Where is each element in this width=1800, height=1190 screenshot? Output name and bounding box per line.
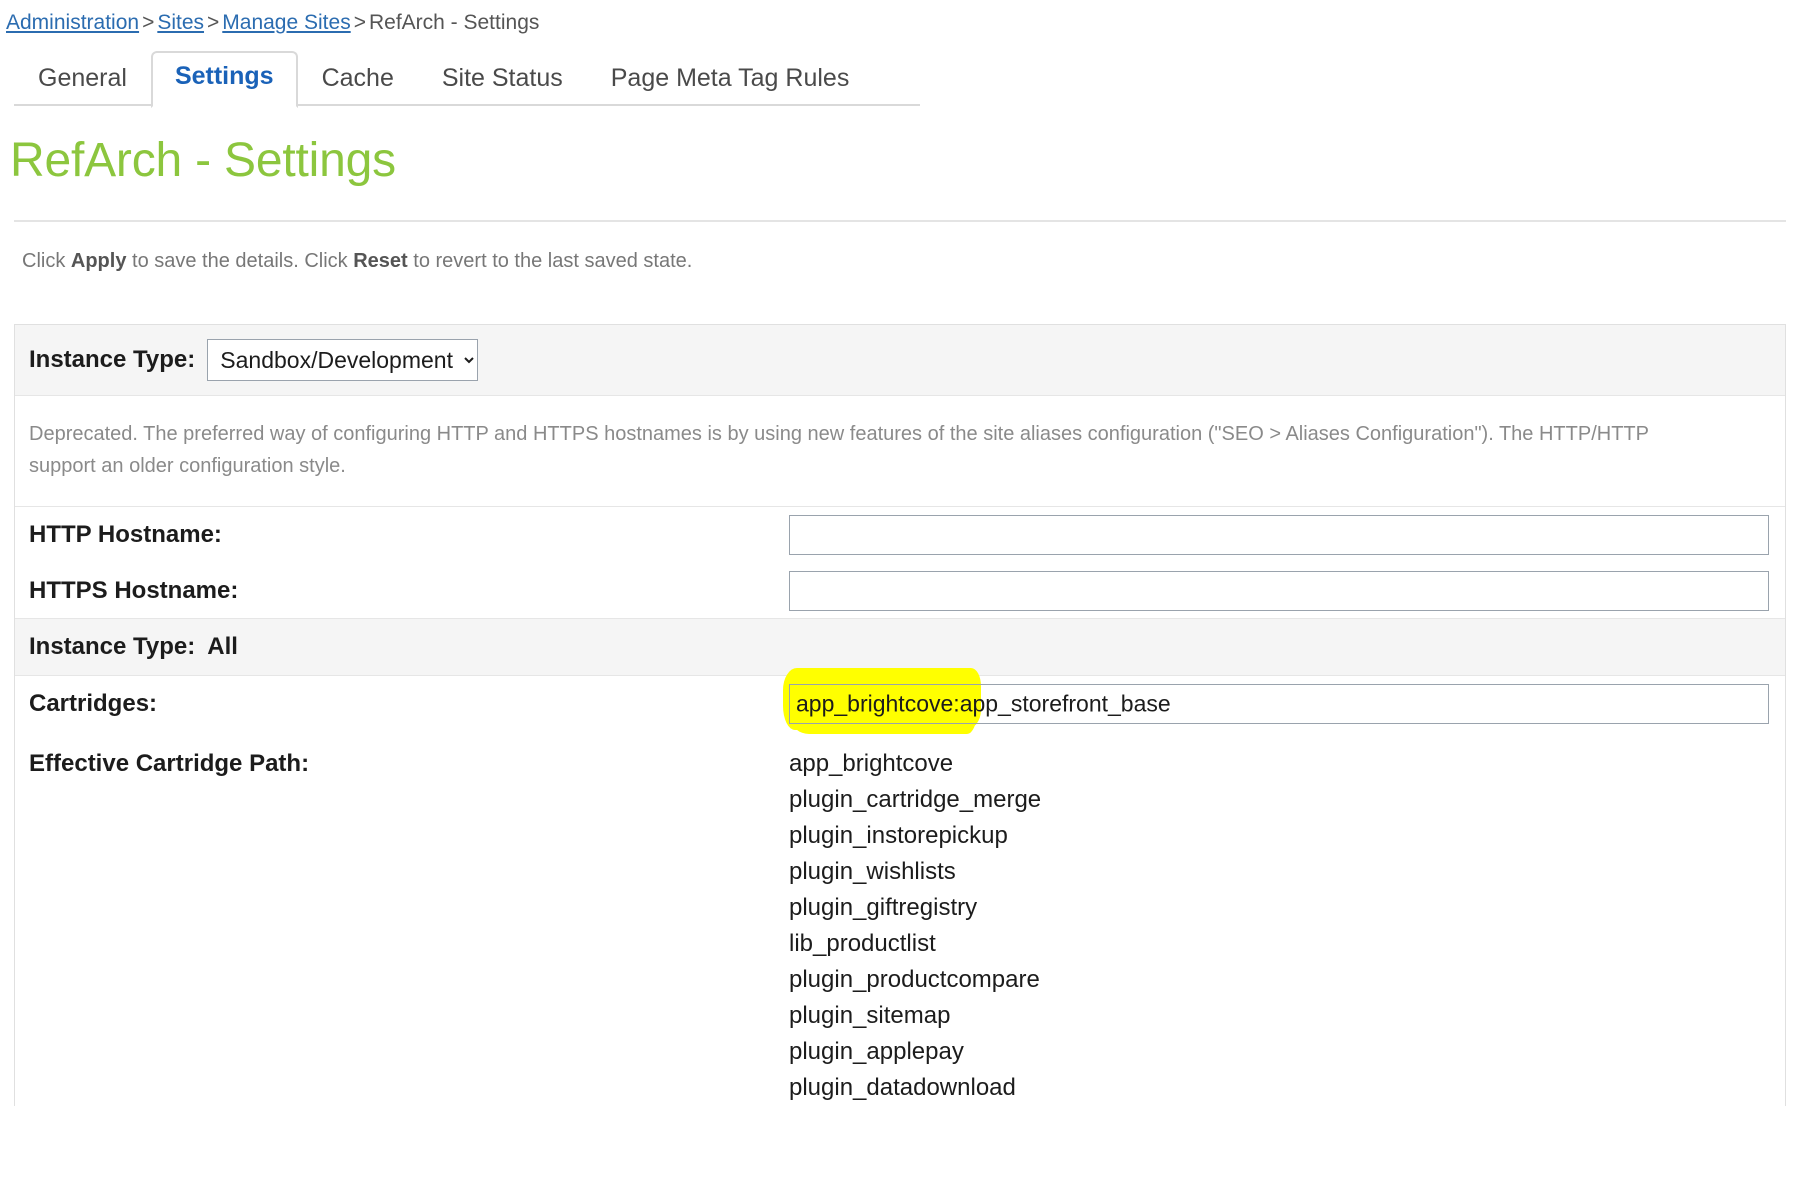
effective-cartridge-path-list: app_brightcove plugin_cartridge_merge pl… — [789, 746, 1041, 1106]
https-hostname-input[interactable] — [789, 571, 1769, 611]
http-hostname-input[interactable] — [789, 515, 1769, 555]
instance-type-label: Instance Type: — [29, 346, 195, 374]
list-item: plugin_applepay — [789, 1034, 1041, 1070]
breadcrumb-link-sites[interactable]: Sites — [157, 11, 204, 34]
tab-list: General Settings Cache Site Status Page … — [14, 52, 1800, 106]
list-item: plugin_datadownload — [789, 1070, 1041, 1106]
instance-type-all-row: Instance Type: All — [29, 633, 1785, 661]
instruction-prefix: Click — [22, 250, 71, 272]
https-hostname-row: HTTPS Hostname: — [15, 563, 1785, 619]
http-hostname-row: HTTP Hostname: — [15, 507, 1785, 563]
tab-page-meta-tag-rules[interactable]: Page Meta Tag Rules — [587, 53, 874, 106]
tab-settings[interactable]: Settings — [151, 51, 298, 108]
instruction-text: Click Apply to save the details. Click R… — [22, 248, 1800, 274]
instance-type-all-band: Instance Type: All — [15, 619, 1785, 676]
tab-general[interactable]: General — [14, 53, 151, 106]
deprecation-note-line-1: Deprecated. The preferred way of configu… — [29, 423, 1649, 445]
cartridges-label: Cartridges: — [29, 690, 789, 718]
settings-table: Instance Type: Sandbox/Development Depre… — [14, 324, 1786, 1106]
list-item: app_brightcove — [789, 746, 1041, 782]
deprecation-note-line-2: support an older configuration style. — [29, 450, 1771, 482]
breadcrumb-separator-1: > — [139, 11, 157, 34]
title-divider — [14, 220, 1786, 222]
list-item: plugin_giftregistry — [789, 890, 1041, 926]
breadcrumb: Administration>Sites>Manage Sites>RefArc… — [0, 0, 1800, 36]
breadcrumb-separator-3: > — [351, 11, 369, 34]
list-item: plugin_instorepickup — [789, 818, 1041, 854]
breadcrumb-separator-2: > — [204, 11, 222, 34]
deprecation-note: Deprecated. The preferred way of configu… — [29, 418, 1771, 482]
instruction-suffix: to revert to the last saved state. — [408, 250, 693, 272]
list-item: plugin_productcompare — [789, 962, 1041, 998]
effective-cartridge-path-row: Effective Cartridge Path: app_brightcove… — [15, 732, 1785, 1106]
tab-bar: General Settings Cache Site Status Page … — [0, 52, 1800, 106]
breadcrumb-current-page: RefArch - Settings — [369, 11, 539, 34]
instruction-reset-label: Reset — [353, 250, 407, 272]
cartridges-row: Cartridges: app_brightcove:app_storefron… — [15, 676, 1785, 732]
instruction-apply-label: Apply — [71, 250, 127, 272]
list-item: plugin_wishlists — [789, 854, 1041, 890]
instance-type-all-value: All — [207, 633, 238, 661]
list-item: lib_productlist — [789, 926, 1041, 962]
breadcrumb-link-administration[interactable]: Administration — [6, 11, 139, 34]
breadcrumb-link-manage-sites[interactable]: Manage Sites — [222, 11, 350, 34]
tab-cache[interactable]: Cache — [298, 53, 418, 106]
list-item: plugin_cartridge_merge — [789, 782, 1041, 818]
tab-bar-underline — [14, 104, 920, 106]
instruction-middle: to save the details. Click — [126, 250, 353, 272]
page-title: RefArch - Settings — [10, 132, 1800, 190]
list-item: plugin_sitemap — [789, 998, 1041, 1034]
http-hostname-label: HTTP Hostname: — [29, 521, 789, 549]
instance-type-row: Instance Type: Sandbox/Development — [29, 339, 1785, 381]
instance-type-all-label: Instance Type: — [29, 633, 195, 661]
instance-type-select[interactable]: Sandbox/Development — [207, 339, 478, 381]
tab-site-status[interactable]: Site Status — [418, 53, 587, 106]
https-hostname-label: HTTPS Hostname: — [29, 577, 789, 605]
deprecation-note-row: Deprecated. The preferred way of configu… — [15, 396, 1785, 507]
cartridges-input-wrapper: app_brightcove:app_storefront_base — [789, 684, 1769, 724]
effective-cartridge-path-label: Effective Cartridge Path: — [29, 746, 789, 1106]
instance-type-band: Instance Type: Sandbox/Development — [15, 325, 1785, 396]
cartridges-input[interactable] — [789, 684, 1769, 724]
